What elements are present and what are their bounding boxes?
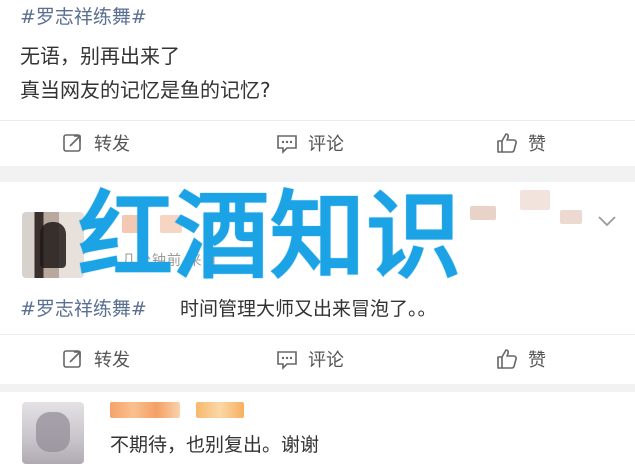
avatar[interactable] (22, 402, 84, 464)
blurred-badge (470, 206, 496, 220)
post-hashtag[interactable]: #罗志祥练舞# (20, 294, 147, 321)
comment-button[interactable]: 评论 (276, 337, 344, 381)
repost-icon (62, 348, 84, 370)
comment-text: 不期待，也别复出。谢谢 (110, 434, 320, 456)
post-hashtag[interactable]: #罗志祥练舞# (20, 2, 147, 29)
repost-label: 转发 (94, 134, 130, 155)
like-label: 赞 (528, 134, 546, 155)
section-separator (0, 166, 635, 182)
post-action-bar: 转发 评论 赞 (0, 121, 635, 165)
avatar[interactable] (22, 212, 84, 278)
repost-button[interactable]: 转发 (62, 337, 130, 381)
repost-button[interactable]: 转发 (62, 121, 130, 165)
comment-icon (276, 348, 298, 370)
post-text-line: 无语，别再出来了 (20, 44, 180, 68)
blurred-badge (520, 190, 550, 210)
repost-label: 转发 (94, 350, 130, 371)
thumbs-up-icon (496, 132, 518, 154)
thumbs-up-icon (496, 348, 518, 370)
post-text-line: 时间管理大师又出来冒泡了。。 (180, 298, 437, 320)
comment-label: 评论 (308, 350, 344, 371)
divider (0, 334, 635, 335)
comment-label: 评论 (308, 134, 344, 155)
like-button[interactable]: 赞 (496, 121, 546, 165)
post-action-bar: 转发 评论 赞 (0, 337, 635, 381)
overlay-title: 红酒知识 (78, 182, 463, 292)
post-text-line: 真当网友的记忆是鱼的记忆? (20, 78, 271, 102)
comment-icon (276, 132, 298, 154)
like-button[interactable]: 赞 (496, 337, 546, 381)
comment-button[interactable]: 评论 (276, 121, 344, 165)
repost-icon (62, 132, 84, 154)
blurred-name (110, 402, 180, 418)
like-label: 赞 (528, 350, 546, 371)
section-separator (0, 384, 635, 392)
blurred-badge (196, 402, 244, 418)
blurred-badge (560, 210, 582, 224)
chevron-down-icon[interactable] (596, 212, 618, 230)
